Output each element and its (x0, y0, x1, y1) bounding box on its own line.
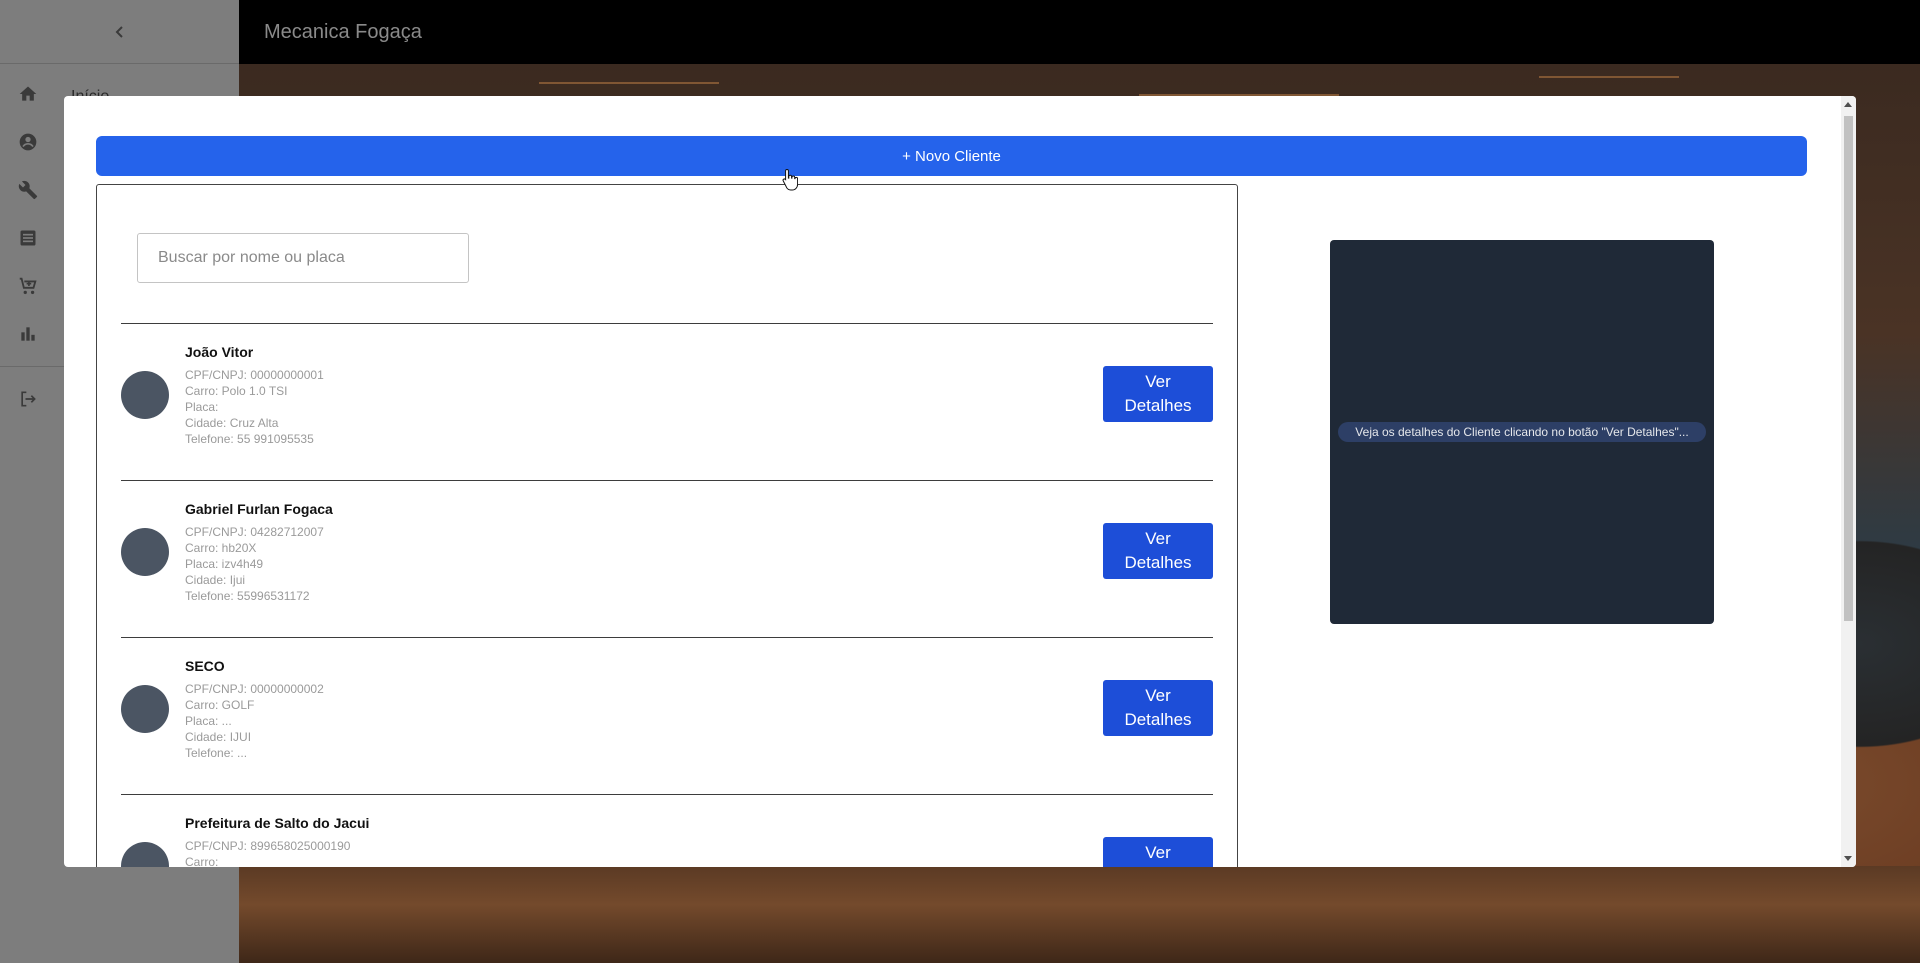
list-item: Prefeitura de Salto do Jacui CPF/CNPJ: 8… (121, 794, 1213, 867)
app-title: Mecanica Fogaça (264, 21, 422, 43)
client-info: Gabriel Furlan Fogaca CPF/CNPJ: 04282712… (185, 501, 333, 604)
sidebar-header (0, 0, 239, 64)
view-details-button[interactable]: VerDetalhes (1103, 837, 1213, 867)
client-details-panel: Veja os detalhes do Cliente clicando no … (1330, 240, 1714, 624)
client-car: Carro: (185, 855, 219, 867)
bar-chart-icon (16, 322, 40, 346)
cart-icon (16, 274, 40, 298)
avatar (121, 371, 169, 419)
background-image-bottom (239, 866, 1920, 963)
client-car: Carro: Polo 1.0 TSI (185, 384, 288, 398)
list-icon (16, 226, 40, 250)
client-list-panel: João Vitor CPF/CNPJ: 00000000001 Carro: … (96, 184, 1238, 867)
client-cpf: CPF/CNPJ: 00000000002 (185, 682, 324, 696)
account-circle-icon (16, 130, 40, 154)
client-city: Cidade: Ijui (185, 573, 246, 587)
client-phone: Telefone: 55 991095535 (185, 432, 314, 446)
client-name: João Vitor (185, 344, 254, 360)
search-input[interactable] (137, 233, 469, 283)
client-name: SECO (185, 658, 225, 674)
client-list: João Vitor CPF/CNPJ: 00000000001 Carro: … (121, 323, 1213, 867)
chevron-left-icon[interactable] (108, 20, 132, 44)
list-item: Gabriel Furlan Fogaca CPF/CNPJ: 04282712… (121, 480, 1213, 637)
clients-modal: + Novo Cliente João Vitor CPF/CNPJ: 0000… (64, 96, 1856, 867)
client-phone: Telefone: ... (185, 746, 248, 760)
client-cpf: CPF/CNPJ: 00000000001 (185, 368, 324, 382)
client-cpf: CPF/CNPJ: 899658025000190 (185, 839, 351, 853)
scroll-up-icon[interactable] (1844, 102, 1852, 107)
client-info: SECO CPF/CNPJ: 00000000002 Carro: GOLF P… (185, 658, 324, 761)
list-item: SECO CPF/CNPJ: 00000000002 Carro: GOLF P… (121, 637, 1213, 794)
view-details-button[interactable]: VerDetalhes (1103, 523, 1213, 579)
client-city: Cidade: IJUI (185, 730, 252, 744)
avatar (121, 842, 169, 867)
client-phone: Telefone: 55996531172 (185, 589, 310, 603)
logout-icon (16, 387, 40, 411)
wrench-icon (16, 178, 40, 202)
new-client-button[interactable]: + Novo Cliente (96, 136, 1807, 176)
details-hint: Veja os detalhes do Cliente clicando no … (1338, 422, 1706, 442)
scroll-down-icon[interactable] (1844, 856, 1852, 861)
list-item: João Vitor CPF/CNPJ: 00000000001 Carro: … (121, 323, 1213, 480)
client-city: Cidade: Cruz Alta (185, 416, 279, 430)
client-car: Carro: hb20X (185, 541, 257, 555)
client-info: Prefeitura de Salto do Jacui CPF/CNPJ: 8… (185, 815, 369, 867)
view-details-button[interactable]: VerDetalhes (1103, 680, 1213, 736)
client-plate: Placa: ... (185, 714, 232, 728)
client-name: Gabriel Furlan Fogaca (185, 501, 333, 517)
home-icon (16, 82, 40, 106)
app-bar: Mecanica Fogaça (239, 0, 1920, 64)
client-cpf: CPF/CNPJ: 04282712007 (185, 525, 324, 539)
modal-scrollbar[interactable] (1841, 96, 1856, 867)
client-plate: Placa: izv4h49 (185, 557, 264, 571)
avatar (121, 528, 169, 576)
client-name: Prefeitura de Salto do Jacui (185, 815, 370, 831)
view-details-button[interactable]: VerDetalhes (1103, 366, 1213, 422)
client-plate: Placa: (185, 400, 219, 414)
scrollbar-thumb[interactable] (1844, 116, 1853, 621)
hand-cursor-icon (782, 168, 798, 191)
client-info: João Vitor CPF/CNPJ: 00000000001 Carro: … (185, 344, 324, 447)
avatar (121, 685, 169, 733)
client-car: Carro: GOLF (185, 698, 255, 712)
